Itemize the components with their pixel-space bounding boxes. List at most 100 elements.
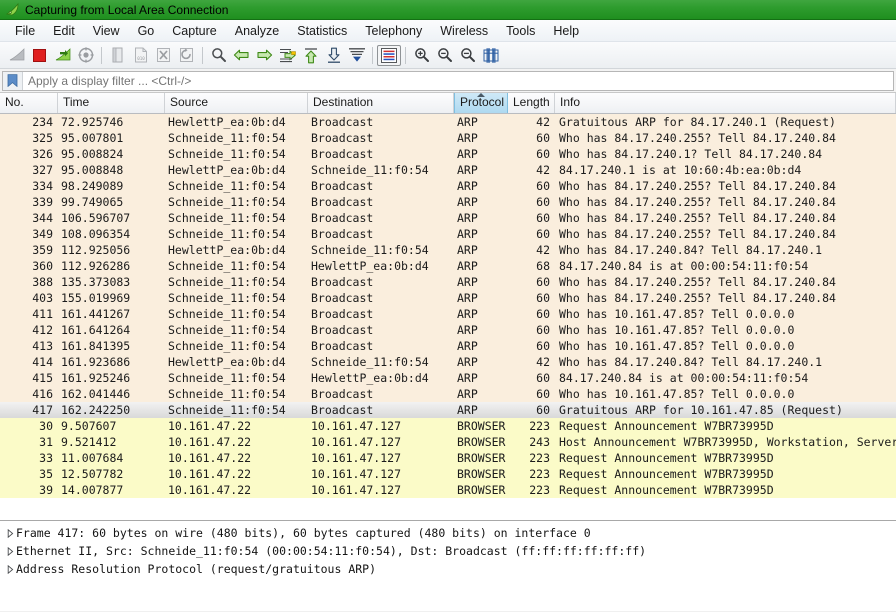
packet-cell-info: Who has 10.161.47.85? Tell 0.0.0.0 xyxy=(559,339,795,353)
packet-cell-time: 161.923686 xyxy=(61,355,131,369)
disclosure-triangle-icon[interactable] xyxy=(0,542,16,560)
packet-cell-length: 60 xyxy=(536,147,550,161)
zoom-in-icon[interactable] xyxy=(410,44,433,67)
menu-item-tools[interactable]: Tools xyxy=(497,22,544,40)
packet-row[interactable]: 325 95.007801 Schneide_11:f0:54 Broadcast AR… xyxy=(0,130,896,146)
packet-cell-protocol: BROWSER xyxy=(457,483,506,497)
packet-cell-length: 223 xyxy=(529,483,550,497)
packet-row[interactable]: 416 162.041446 Schneide_11:f0:54 Broadcast A… xyxy=(0,386,896,402)
packet-row[interactable]: 39 14.007877 10.161.47.22 10.161.47.127 BROW… xyxy=(0,482,896,498)
detail-row[interactable]: Address Resolution Protocol (request/gra… xyxy=(0,560,896,578)
colorize-packets-icon[interactable] xyxy=(377,44,401,66)
open-file-icon[interactable] xyxy=(106,44,129,67)
packet-row[interactable]: 234 72.925746 HewlettP_ea:0b:d4 Broadcast AR… xyxy=(0,114,896,130)
packet-cell-length: 60 xyxy=(536,291,550,305)
bookmark-icon[interactable] xyxy=(3,71,23,90)
packet-cell-source: Schneide_11:f0:54 xyxy=(168,147,286,161)
packet-row[interactable]: 339 99.749065 Schneide_11:f0:54 Broadcast AR… xyxy=(0,194,896,210)
packet-row[interactable]: 326 95.008824 Schneide_11:f0:54 Broadcast AR… xyxy=(0,146,896,162)
menu-item-view[interactable]: View xyxy=(84,22,129,40)
menu-item-edit[interactable]: Edit xyxy=(44,22,84,40)
packet-row[interactable]: 403 155.019969 Schneide_11:f0:54 Broadcast A… xyxy=(0,290,896,306)
save-file-icon[interactable]: 010 xyxy=(129,44,152,67)
capture-options-icon[interactable] xyxy=(74,44,97,67)
packet-cell-time: 95.007801 xyxy=(61,131,124,145)
packet-row[interactable]: 33 11.007684 10.161.47.22 10.161.47.127 BROW… xyxy=(0,450,896,466)
packet-cell-protocol: BROWSER xyxy=(457,435,506,449)
packet-row[interactable]: 344 106.596707 Schneide_11:f0:54 Broadcast A… xyxy=(0,210,896,226)
sort-ascending-arrow-icon xyxy=(477,93,485,97)
packet-cell-destination: HewlettP_ea:0b:d4 xyxy=(311,259,429,273)
column-header-no[interactable]: No. xyxy=(0,93,58,113)
zoom-reset-icon[interactable] xyxy=(456,44,479,67)
packet-row[interactable]: 360 112.926286 Schneide_11:f0:54 HewlettP_e… xyxy=(0,258,896,274)
packet-cell-destination: Broadcast xyxy=(311,227,374,241)
packet-cell-length: 243 xyxy=(529,435,550,449)
detail-row-label: Ethernet II, Src: Schneide_11:f0:54 (00:… xyxy=(16,544,647,558)
packet-cell-no: 412 xyxy=(32,323,53,337)
column-header-length[interactable]: Length xyxy=(508,93,555,113)
packet-cell-length: 68 xyxy=(536,259,550,273)
packet-row[interactable]: 417 162.242250 Schneide_11:f0:54 Broadcast A… xyxy=(0,402,896,418)
packet-row[interactable]: 30 9.507607 10.161.47.22 10.161.47.127 BROWS… xyxy=(0,418,896,434)
start-capture-icon[interactable] xyxy=(5,44,28,67)
disclosure-triangle-icon[interactable] xyxy=(0,560,16,578)
disclosure-triangle-icon[interactable] xyxy=(0,524,16,542)
packet-cell-info: Who has 84.17.240.255? Tell 84.17.240.84 xyxy=(559,179,836,193)
packet-row[interactable]: 359 112.925056 HewlettP_ea:0b:d4 Schneide_1… xyxy=(0,242,896,258)
packet-cell-destination: Broadcast xyxy=(311,307,374,321)
packet-row[interactable]: 414 161.923686 HewlettP_ea:0b:d4 Schneide_1… xyxy=(0,354,896,370)
packet-list-pane[interactable]: No. Time Source Destination Protocol Len… xyxy=(0,93,896,521)
packet-cell-time: 161.841395 xyxy=(61,339,131,353)
auto-scroll-icon[interactable] xyxy=(345,44,368,67)
column-header-length-label: Length xyxy=(513,95,550,109)
packet-cell-no: 344 xyxy=(32,211,53,225)
packet-row[interactable]: 388 135.373083 Schneide_11:f0:54 Broadcast A… xyxy=(0,274,896,290)
menu-item-help[interactable]: Help xyxy=(544,22,588,40)
packet-cell-source: Schneide_11:f0:54 xyxy=(168,131,286,145)
packet-cell-no: 403 xyxy=(32,291,53,305)
menu-item-capture[interactable]: Capture xyxy=(163,22,225,40)
display-filter-input[interactable] xyxy=(23,71,893,90)
packet-row[interactable]: 413 161.841395 Schneide_11:f0:54 Broadcast A… xyxy=(0,338,896,354)
close-file-icon[interactable] xyxy=(152,44,175,67)
column-header-destination[interactable]: Destination xyxy=(308,93,454,113)
go-back-icon[interactable] xyxy=(230,44,253,67)
packet-row[interactable]: 327 95.008848 HewlettP_ea:0b:d4 Schneide_11… xyxy=(0,162,896,178)
menu-item-statistics[interactable]: Statistics xyxy=(288,22,356,40)
column-header-protocol[interactable]: Protocol xyxy=(454,93,508,113)
packet-details-pane[interactable]: Frame 417: 60 bytes on wire (480 bits), … xyxy=(0,521,896,611)
menu-item-analyze[interactable]: Analyze xyxy=(226,22,288,40)
restart-capture-icon[interactable] xyxy=(51,44,74,67)
packet-row[interactable]: 31 9.521412 10.161.47.22 10.161.47.127 BROWS… xyxy=(0,434,896,450)
packet-row[interactable]: 415 161.925246 Schneide_11:f0:54 HewlettP_e… xyxy=(0,370,896,386)
stop-capture-icon[interactable] xyxy=(28,44,51,67)
resize-columns-icon[interactable] xyxy=(479,44,502,67)
go-last-packet-icon[interactable] xyxy=(322,44,345,67)
zoom-out-icon[interactable] xyxy=(433,44,456,67)
menu-item-file[interactable]: File xyxy=(6,22,44,40)
packet-row[interactable]: 411 161.441267 Schneide_11:f0:54 Broadcast A… xyxy=(0,306,896,322)
packet-row[interactable]: 412 161.641264 Schneide_11:f0:54 Broadcast A… xyxy=(0,322,896,338)
packet-row[interactable]: 334 98.249089 Schneide_11:f0:54 Broadcast AR… xyxy=(0,178,896,194)
reload-file-icon[interactable] xyxy=(175,44,198,67)
column-header-info[interactable]: Info xyxy=(555,93,896,113)
detail-row[interactable]: Ethernet II, Src: Schneide_11:f0:54 (00:… xyxy=(0,542,896,560)
go-to-packet-icon[interactable] xyxy=(276,44,299,67)
go-first-packet-icon[interactable] xyxy=(299,44,322,67)
display-filter-wrapper[interactable] xyxy=(2,70,894,91)
packet-row[interactable]: 35 12.507782 10.161.47.22 10.161.47.127 BROW… xyxy=(0,466,896,482)
packet-row[interactable]: 349 108.096354 Schneide_11:f0:54 Broadcast A… xyxy=(0,226,896,242)
column-header-time[interactable]: Time xyxy=(58,93,165,113)
column-header-source[interactable]: Source xyxy=(165,93,308,113)
detail-row[interactable]: Frame 417: 60 bytes on wire (480 bits), … xyxy=(0,524,896,542)
packet-cell-time: 9.507607 xyxy=(61,419,117,433)
packet-cell-protocol: ARP xyxy=(457,211,478,225)
packet-cell-no: 359 xyxy=(32,243,53,257)
menu-item-telephony[interactable]: Telephony xyxy=(356,22,431,40)
menu-item-wireless[interactable]: Wireless xyxy=(431,22,497,40)
find-packet-icon[interactable] xyxy=(207,44,230,67)
packet-cell-destination: Broadcast xyxy=(311,179,374,193)
menu-item-go[interactable]: Go xyxy=(129,22,164,40)
go-forward-icon[interactable] xyxy=(253,44,276,67)
